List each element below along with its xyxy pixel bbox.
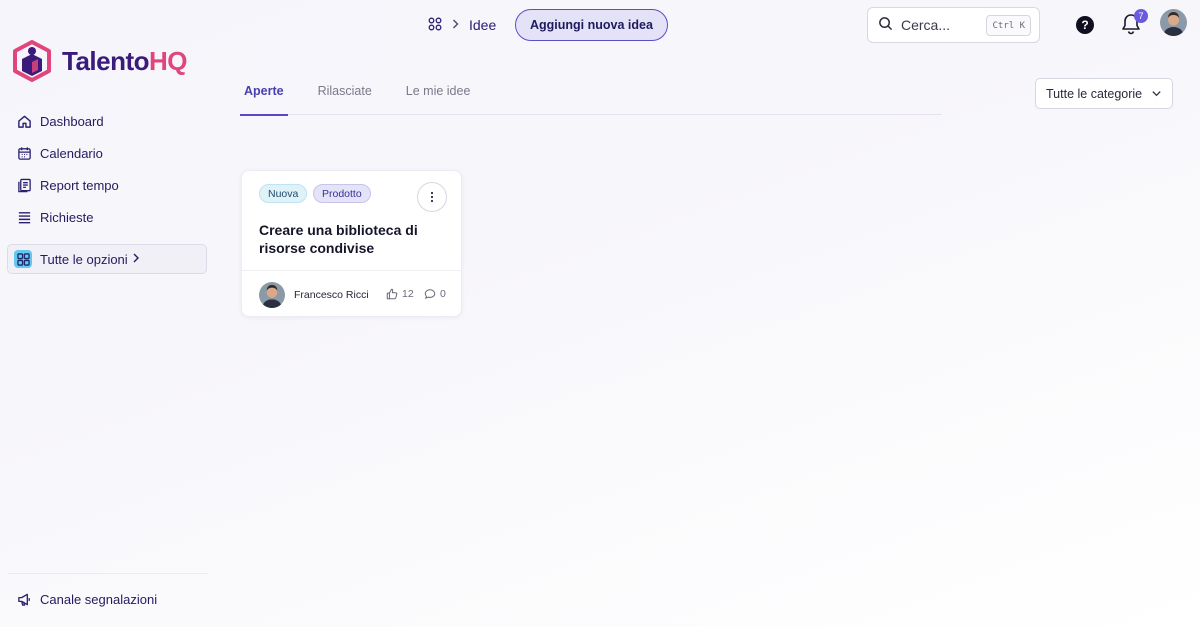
- sidebar-item-label: Report tempo: [40, 177, 119, 193]
- category-select-value: Tutte le categorie: [1046, 86, 1143, 101]
- logo[interactable]: TalentoHQ: [12, 40, 188, 82]
- grid-icon: [14, 250, 32, 268]
- breadcrumb-current: Idee: [469, 17, 497, 33]
- notification-badge: 7: [1134, 9, 1148, 23]
- grid-icon[interactable]: [428, 17, 442, 34]
- breadcrumb: Idee: [428, 14, 496, 36]
- sidebar-nav: Dashboard Calendario Report tempo Richie…: [8, 105, 208, 233]
- idea-title[interactable]: Creare una biblioteca di risorse condivi…: [259, 221, 449, 257]
- kebab-menu-icon: [430, 191, 434, 203]
- add-idea-button[interactable]: Aggiungi nuova idea: [515, 9, 668, 41]
- comments-button[interactable]: 0: [424, 288, 446, 300]
- search-icon: [878, 16, 893, 34]
- author-name: Francesco Ricci: [294, 289, 369, 301]
- sidebar-item-label: Calendario: [40, 145, 103, 161]
- sidebar-item-richieste[interactable]: Richieste: [8, 201, 208, 233]
- megaphone-icon: [16, 591, 32, 607]
- report-icon: [16, 177, 32, 193]
- chevron-right-icon: [452, 18, 459, 32]
- sidebar-item-canale-segnalazioni[interactable]: Canale segnalazioni: [8, 583, 208, 615]
- chevron-right-icon: [132, 252, 140, 266]
- help-icon[interactable]: ?: [1076, 16, 1094, 34]
- status-badge: Nuova: [259, 184, 308, 203]
- card-divider: [242, 270, 461, 271]
- sidebar-bottom: Canale segnalazioni: [8, 583, 208, 615]
- like-count: 12: [402, 288, 414, 300]
- tab-rilasciate[interactable]: Rilasciate: [314, 78, 376, 115]
- category-select[interactable]: Tutte le categorie: [1035, 78, 1173, 109]
- idea-card[interactable]: Nuova Prodotto Creare una biblioteca di …: [241, 170, 462, 317]
- chevron-down-icon: [1151, 88, 1162, 102]
- sidebar-item-label: Richieste: [40, 209, 94, 225]
- sidebar: TalentoHQ Dashboard Calendario Report te…: [0, 0, 220, 627]
- logo-text: TalentoHQ: [62, 45, 188, 76]
- tab-le-mie-idee[interactable]: Le mie idee: [402, 78, 475, 115]
- tab-bar: Aperte Rilasciate Le mie idee: [240, 78, 942, 116]
- sidebar-divider: [8, 573, 208, 574]
- list-icon: [16, 209, 32, 225]
- search-placeholder: Cerca...: [901, 17, 951, 33]
- user-avatar[interactable]: [1160, 9, 1187, 36]
- home-icon: [16, 113, 32, 129]
- calendar-icon: [16, 145, 32, 161]
- tab-aperte[interactable]: Aperte: [240, 78, 288, 116]
- talentohq-logo-icon: [13, 40, 51, 82]
- category-badge: Prodotto: [313, 184, 371, 203]
- search-input[interactable]: Cerca... Ctrl K: [867, 7, 1040, 43]
- sidebar-item-label: Tutte le opzioni: [40, 251, 128, 267]
- sidebar-item-calendario[interactable]: Calendario: [8, 137, 208, 169]
- sidebar-item-dashboard[interactable]: Dashboard: [8, 105, 208, 137]
- sidebar-item-report-tempo[interactable]: Report tempo: [8, 169, 208, 201]
- sidebar-item-all-options[interactable]: Tutte le opzioni: [7, 244, 207, 274]
- like-button[interactable]: 12: [386, 288, 414, 300]
- comment-count: 0: [440, 288, 446, 300]
- thumbs-up-icon: [386, 288, 398, 300]
- sidebar-item-label: Dashboard: [40, 113, 104, 129]
- more-options-button[interactable]: [417, 182, 447, 212]
- sidebar-item-label: Canale segnalazioni: [40, 591, 158, 607]
- author-avatar: [259, 282, 285, 308]
- search-shortcut: Ctrl K: [986, 15, 1031, 36]
- comment-icon: [424, 289, 436, 299]
